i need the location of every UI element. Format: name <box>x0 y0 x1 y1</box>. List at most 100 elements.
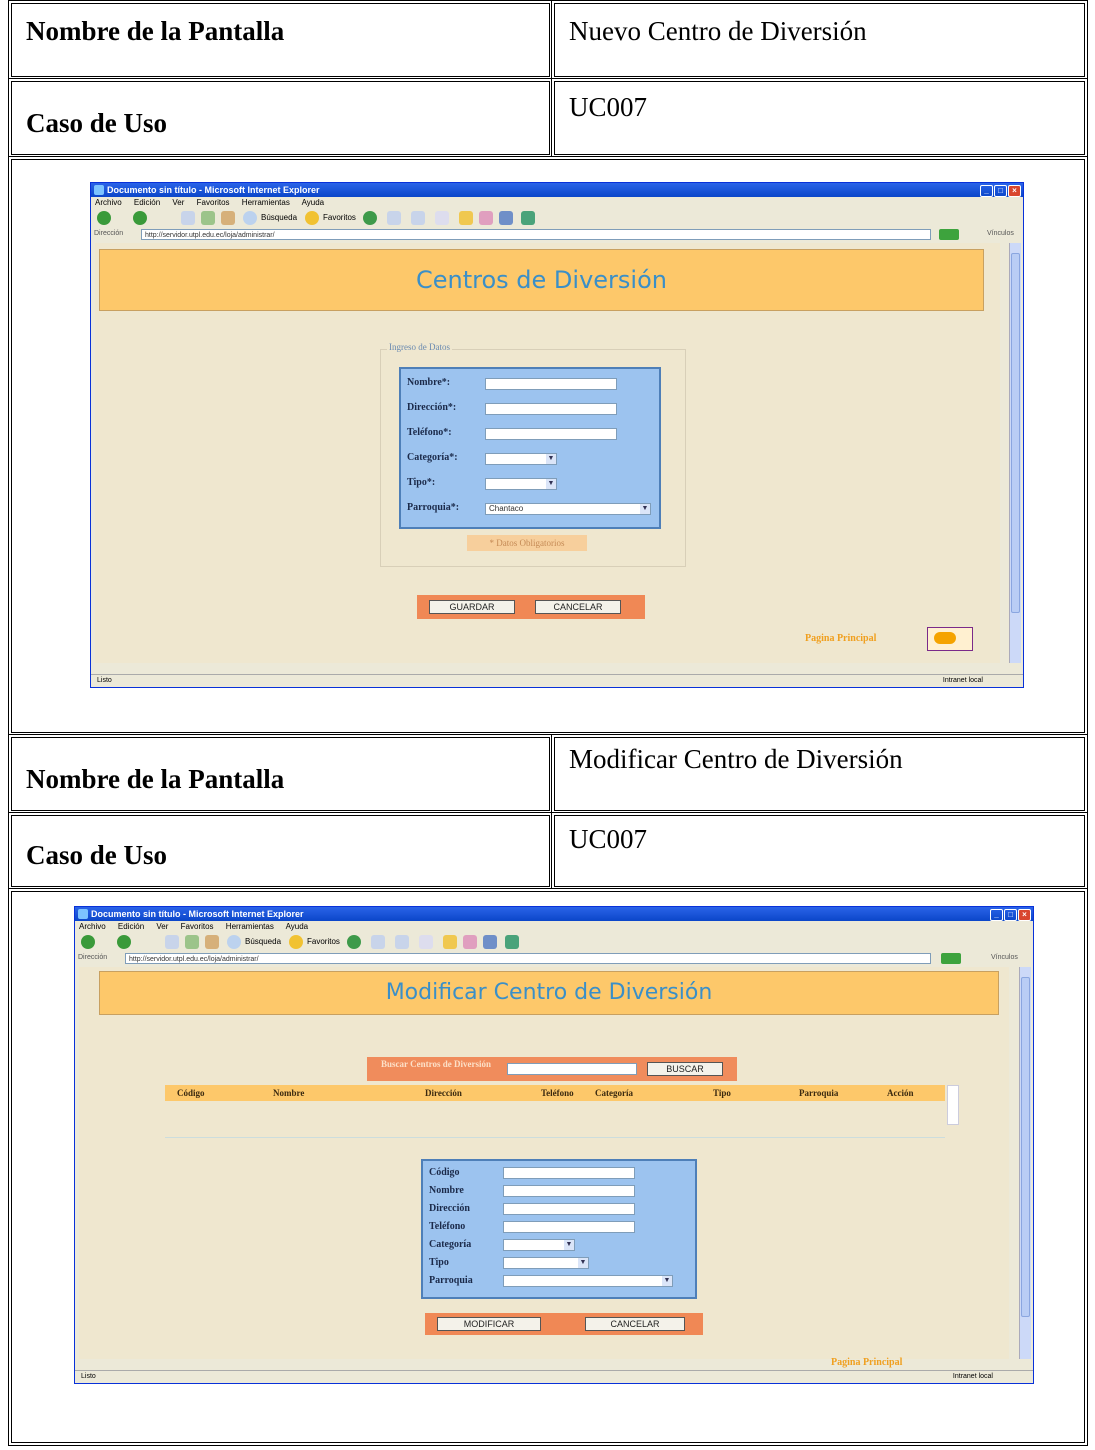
cancel-button[interactable]: CANCELAR <box>535 600 621 614</box>
favorites-icon[interactable] <box>289 935 303 949</box>
search-label[interactable]: Búsqueda <box>261 213 297 222</box>
screen-name-label: Nombre de la Pantalla <box>26 16 285 46</box>
go-icon[interactable] <box>939 229 959 240</box>
cancel-button[interactable]: CANCELAR <box>585 1317 685 1331</box>
form-box: Nombre*: Dirección*: Teléfono*: Categorí… <box>399 367 661 529</box>
search-bar: Buscar Centros de Diversión BUSCAR <box>367 1057 737 1081</box>
minimize-icon[interactable]: _ <box>990 909 1003 921</box>
history-icon[interactable] <box>347 935 361 949</box>
refresh-icon[interactable] <box>185 935 199 949</box>
direccion-field[interactable] <box>503 1203 635 1215</box>
scroll-thumb[interactable] <box>1011 253 1020 613</box>
tools-icon[interactable] <box>505 935 519 949</box>
menu-favoritos[interactable]: Favoritos <box>197 198 230 207</box>
links-label[interactable]: Vínculos <box>991 954 1018 961</box>
edit-icon[interactable] <box>435 211 449 225</box>
menu-ayuda[interactable]: Ayuda <box>302 198 325 207</box>
maximize-icon[interactable]: □ <box>994 185 1007 197</box>
menu-favoritos[interactable]: Favoritos <box>181 922 214 931</box>
direccion-field[interactable] <box>485 403 617 415</box>
tools-icon[interactable] <box>521 211 535 225</box>
edit-icon[interactable] <box>419 935 433 949</box>
messenger-icon[interactable] <box>463 935 477 949</box>
main-page-link[interactable]: Pagina Principal <box>831 1357 902 1368</box>
back-icon[interactable] <box>81 935 95 949</box>
main-page-link[interactable]: Pagina Principal <box>805 633 876 644</box>
results-table-body <box>165 1101 945 1138</box>
menu-ver[interactable]: Ver <box>156 922 168 931</box>
browser-window: Documento sin título - Microsoft Interne… <box>74 906 1034 1384</box>
folder-icon[interactable] <box>443 935 457 949</box>
search-label[interactable]: Búsqueda <box>245 937 281 946</box>
nombre-field[interactable] <box>485 378 617 390</box>
tipo-select[interactable]: ▼ <box>503 1257 589 1269</box>
search-icon[interactable] <box>243 211 257 225</box>
categoria-select[interactable]: ▼ <box>485 453 557 465</box>
forward-icon[interactable] <box>117 935 131 949</box>
stop-icon[interactable] <box>165 935 179 949</box>
close-icon[interactable]: × <box>1008 185 1021 197</box>
forward-icon[interactable] <box>133 211 147 225</box>
page-banner: Centros de Diversión <box>99 249 984 311</box>
nombre-label: Nombre <box>429 1185 464 1196</box>
refresh-icon[interactable] <box>201 211 215 225</box>
stop-icon[interactable] <box>181 211 195 225</box>
menu-herramientas[interactable]: Herramientas <box>242 198 290 207</box>
tipo-select[interactable]: ▼ <box>485 478 557 490</box>
menu-edicion[interactable]: Edición <box>134 198 160 207</box>
button-bar: GUARDAR CANCELAR <box>417 595 645 619</box>
back-icon[interactable] <box>97 211 111 225</box>
telefono-field[interactable] <box>503 1221 635 1233</box>
modify-button[interactable]: MODIFICAR <box>437 1317 541 1331</box>
links-label[interactable]: Vínculos <box>987 230 1014 237</box>
favorites-icon[interactable] <box>305 211 319 225</box>
screen-name-value-cell: Nuevo Centro de Diversión <box>551 0 1088 80</box>
parroquia-select[interactable]: ▼ <box>503 1275 673 1287</box>
research-icon[interactable] <box>499 211 513 225</box>
print-icon[interactable] <box>395 935 409 949</box>
chevron-down-icon: ▼ <box>564 1240 574 1250</box>
parroquia-select[interactable]: Chantaco ▼ <box>485 503 651 515</box>
search-input[interactable] <box>507 1063 637 1075</box>
save-button[interactable]: GUARDAR <box>429 600 515 614</box>
messenger-icon[interactable] <box>479 211 493 225</box>
address-input[interactable]: http://servidor.utpl.edu.ec/loja/adminis… <box>141 229 931 240</box>
search-icon[interactable] <box>227 935 241 949</box>
minimize-icon[interactable]: _ <box>980 185 993 197</box>
menu-edicion[interactable]: Edición <box>118 922 144 931</box>
menu-ayuda[interactable]: Ayuda <box>286 922 309 931</box>
maximize-icon[interactable]: □ <box>1004 909 1017 921</box>
table-scrollbar[interactable] <box>947 1085 959 1125</box>
favorites-label[interactable]: Favoritos <box>323 213 356 222</box>
mail-icon[interactable] <box>371 935 385 949</box>
document-table: Nombre de la Pantalla Nuevo Centro de Di… <box>8 0 1088 1446</box>
search-bar-label: Buscar Centros de Diversión <box>381 1059 491 1069</box>
direccion-label: Dirección <box>429 1203 470 1214</box>
go-icon[interactable] <box>941 953 961 964</box>
address-input[interactable]: http://servidor.utpl.edu.ec/loja/adminis… <box>125 953 931 964</box>
codigo-field[interactable] <box>503 1167 635 1179</box>
menu-archivo[interactable]: Archivo <box>79 922 106 931</box>
print-icon[interactable] <box>411 211 425 225</box>
mail-icon[interactable] <box>387 211 401 225</box>
screen-name-value: Modificar Centro de Diversión <box>569 744 903 774</box>
favorites-label[interactable]: Favoritos <box>307 937 340 946</box>
menu-archivo[interactable]: Archivo <box>95 198 122 207</box>
research-icon[interactable] <box>483 935 497 949</box>
nombre-field[interactable] <box>503 1185 635 1197</box>
scroll-thumb[interactable] <box>1021 977 1030 1317</box>
vertical-scrollbar[interactable] <box>1019 967 1031 1359</box>
home-icon[interactable] <box>221 211 235 225</box>
browser-toolbar: Búsqueda Favoritos <box>91 208 1023 228</box>
home-arrow-icon[interactable] <box>927 627 973 651</box>
search-button[interactable]: BUSCAR <box>647 1062 723 1076</box>
history-icon[interactable] <box>363 211 377 225</box>
close-icon[interactable]: × <box>1018 909 1031 921</box>
menu-herramientas[interactable]: Herramientas <box>226 922 274 931</box>
menu-ver[interactable]: Ver <box>172 198 184 207</box>
telefono-field[interactable] <box>485 428 617 440</box>
folder-icon[interactable] <box>459 211 473 225</box>
home-icon[interactable] <box>205 935 219 949</box>
categoria-select[interactable]: ▼ <box>503 1239 575 1251</box>
vertical-scrollbar[interactable] <box>1009 243 1021 663</box>
